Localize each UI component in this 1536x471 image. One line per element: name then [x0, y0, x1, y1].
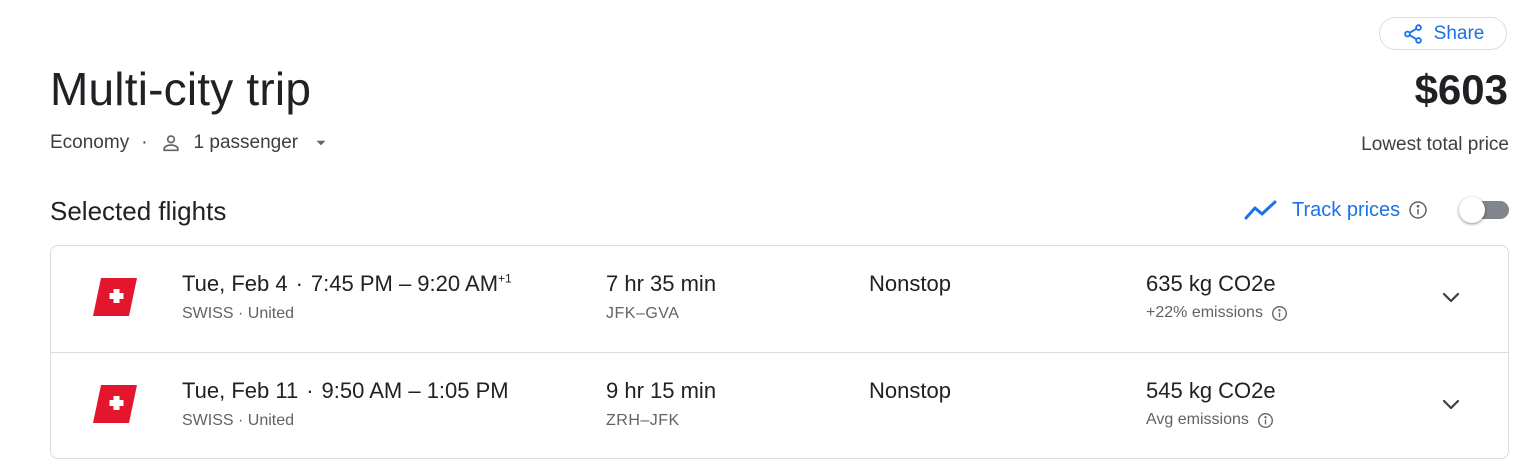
flight-date: Tue, Feb 11 — [182, 378, 299, 403]
flight-duration: 7 hr 35 min — [606, 271, 717, 296]
flight-route: ZRH–JFK — [606, 412, 680, 429]
flight-row[interactable]: Tue, Feb 4 · 7:45 PM – 9:20 AM+1 SWISS · U… — [51, 246, 1508, 352]
date-separator: · — [306, 378, 314, 403]
flights-list: Tue, Feb 4 · 7:45 PM – 9:20 AM+1 SWISS · U… — [50, 245, 1509, 459]
chevron-down-icon[interactable] — [1438, 284, 1464, 310]
co2-amount: 545 kg CO2e — [1146, 378, 1276, 403]
flight-duration: 9 hr 15 min — [606, 378, 717, 403]
emissions-label: Avg emissions — [1146, 411, 1249, 428]
airline-names: SWISS · United — [182, 305, 295, 322]
airline-names: SWISS · United — [182, 412, 295, 429]
passenger-selector[interactable]: 1 passenger — [160, 132, 331, 154]
day-offset: +1 — [498, 271, 512, 286]
share-button[interactable]: Share — [1379, 17, 1507, 50]
emissions-label: +22% emissions — [1146, 304, 1263, 321]
info-icon[interactable] — [1257, 412, 1274, 429]
co2-amount: 635 kg CO2e — [1146, 271, 1276, 296]
share-label: Share — [1433, 22, 1485, 44]
caret-down-icon — [312, 134, 330, 152]
track-prices-link[interactable]: Track prices — [1244, 198, 1428, 222]
chevron-down-icon[interactable] — [1438, 391, 1464, 417]
passenger-count: 1 passenger — [193, 132, 299, 153]
page-title: Multi-city trip — [50, 63, 312, 115]
selected-flights-heading: Selected flights — [50, 196, 227, 226]
trip-options: Economy · 1 passenger — [50, 132, 330, 154]
emissions-info: +22% emissions — [1146, 304, 1288, 322]
emissions-info: Avg emissions — [1146, 411, 1274, 429]
meta-separator: · — [141, 132, 148, 153]
date-separator: · — [295, 271, 303, 296]
share-icon — [1402, 23, 1424, 45]
track-prices-label: Track prices — [1292, 198, 1401, 221]
departure-arrival: 9:50 AM – 1:05 PM — [321, 378, 509, 403]
flight-row[interactable]: Tue, Feb 11 · 9:50 AM – 1:05 PM SWISS · Un… — [51, 353, 1508, 458]
swiss-airline-logo — [93, 385, 137, 423]
flight-times: Tue, Feb 4 · 7:45 PM – 9:20 AM+1 — [182, 271, 512, 297]
flight-route: JFK–GVA — [606, 305, 680, 322]
total-price: $603 — [1414, 66, 1508, 113]
flight-date: Tue, Feb 4 — [182, 271, 288, 296]
departure-arrival: 7:45 PM – 9:20 AM — [310, 271, 499, 296]
trending-line-icon — [1244, 198, 1278, 222]
flight-stops: Nonstop — [869, 378, 951, 403]
toggle-knob — [1459, 197, 1485, 223]
cabin-class: Economy — [50, 132, 130, 153]
person-icon — [160, 132, 182, 154]
price-caption: Lowest total price — [1361, 134, 1509, 155]
flight-stops: Nonstop — [869, 271, 951, 296]
swiss-airline-logo — [93, 278, 137, 316]
info-icon[interactable] — [1271, 305, 1288, 322]
track-prices-toggle[interactable] — [1459, 197, 1509, 223]
flight-times: Tue, Feb 11 · 9:50 AM – 1:05 PM — [182, 378, 509, 404]
info-icon[interactable] — [1408, 200, 1428, 220]
